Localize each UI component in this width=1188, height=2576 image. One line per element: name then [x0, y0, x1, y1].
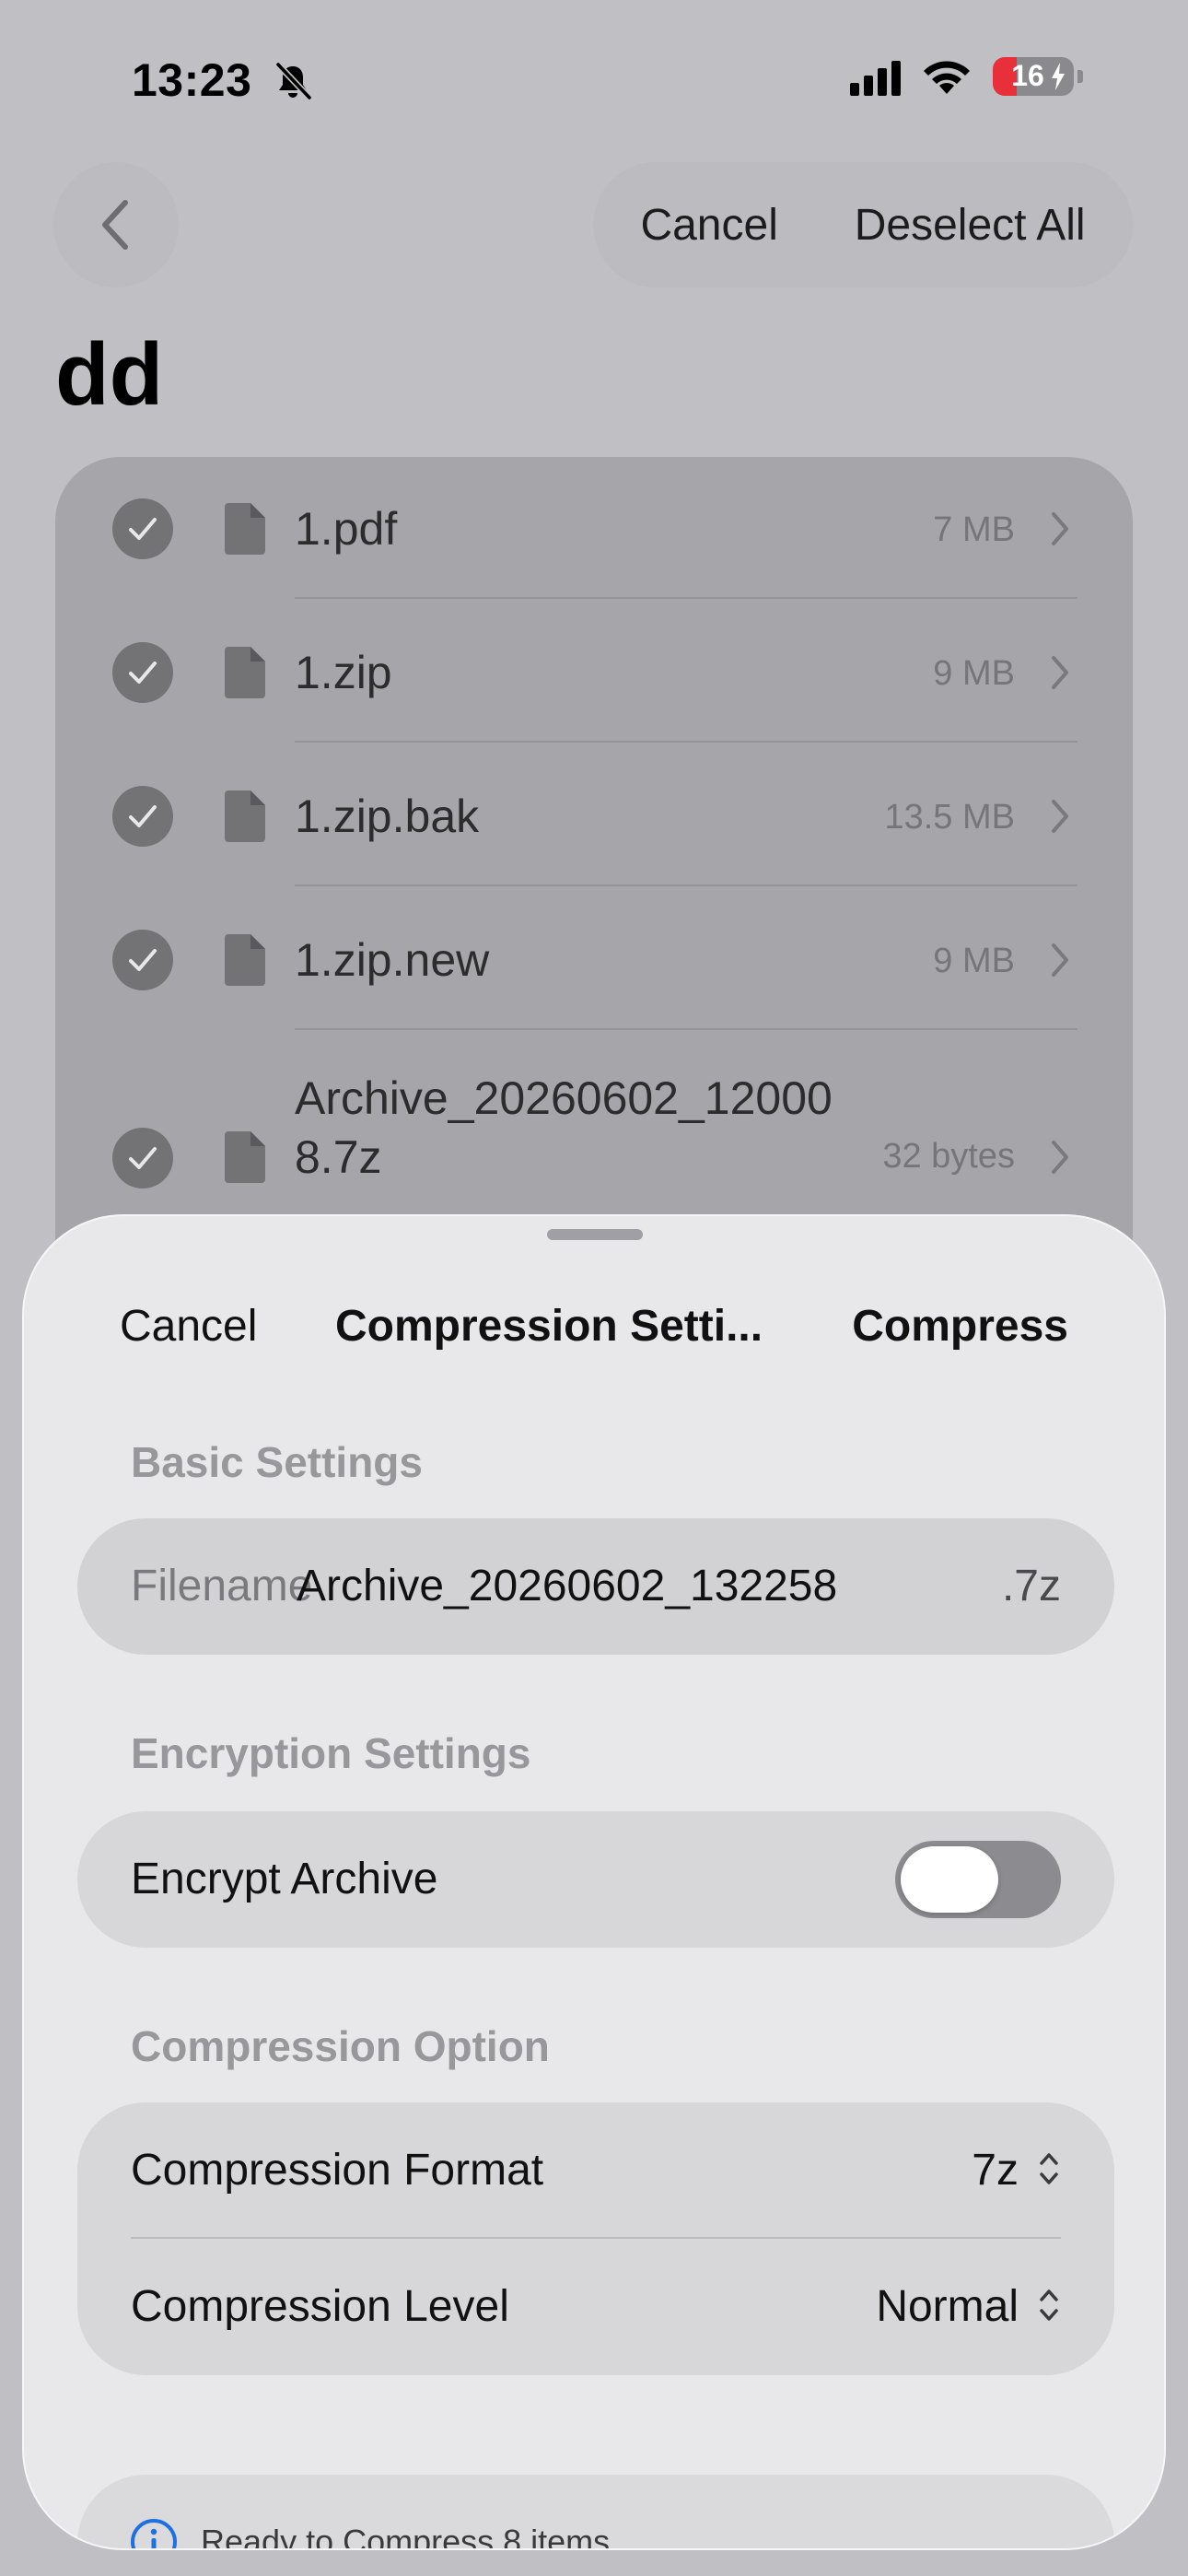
- sheet-grabber[interactable]: [547, 1229, 643, 1240]
- chevron-right-icon: [1052, 943, 1068, 977]
- sheet-cancel-button[interactable]: Cancel: [120, 1301, 257, 1352]
- screen: 13:23 16 Cancel Deselect All dd 1.pdf 7 …: [0, 0, 1188, 2576]
- cancel-button[interactable]: Cancel: [640, 200, 777, 251]
- back-button[interactable]: [53, 162, 179, 287]
- list-item[interactable]: 1.zip 9 MB: [55, 601, 1133, 744]
- file-name: 1.zip.bak: [295, 790, 480, 842]
- chevron-updown-icon: [1040, 2153, 1058, 2184]
- page-title: dd: [55, 325, 164, 424]
- encrypt-archive-label: Encrypt Archive: [131, 1855, 438, 1903]
- compression-settings-sheet: Cancel Compression Setti... Compress Bas…: [22, 1214, 1166, 2550]
- document-icon: [225, 647, 265, 698]
- checkmark-icon[interactable]: [112, 498, 173, 559]
- bell-muted-icon: [275, 62, 312, 100]
- compression-options-card: Compression Format 7z Compression Level …: [77, 2102, 1114, 2375]
- battery-icon: 16: [993, 57, 1074, 96]
- file-size: 13.5 MB: [884, 798, 1015, 837]
- list-item[interactable]: 1.zip.bak 13.5 MB: [55, 744, 1133, 888]
- compression-level-value[interactable]: Normal: [876, 2281, 1019, 2332]
- cellular-signal-icon: [850, 57, 901, 96]
- wifi-icon: [924, 61, 970, 94]
- encrypt-archive-toggle[interactable]: [895, 1841, 1061, 1918]
- checkmark-icon[interactable]: [112, 930, 173, 990]
- document-icon: [225, 934, 265, 986]
- chevron-updown-icon: [1040, 2289, 1058, 2321]
- section-compression-option: Compression Option: [131, 2022, 550, 2070]
- document-icon: [225, 1131, 265, 1183]
- file-size: 9 MB: [933, 942, 1015, 980]
- filename-extension: .7z: [1001, 1562, 1061, 1610]
- filename-label: Filename: [131, 1562, 313, 1610]
- nav-actions: Cancel Deselect All: [593, 162, 1133, 287]
- chevron-right-icon: [1052, 1141, 1068, 1174]
- checkmark-icon[interactable]: [112, 1128, 173, 1188]
- sheet-title: Compression Setti...: [335, 1302, 763, 1351]
- chevron-right-icon: [1052, 656, 1068, 689]
- list-item[interactable]: 1.pdf 7 MB: [55, 457, 1133, 601]
- deselect-all-button[interactable]: Deselect All: [855, 200, 1086, 251]
- info-text: Ready to Compress 8 items: [201, 2523, 611, 2550]
- encrypt-archive-row: Encrypt Archive: [77, 1811, 1114, 1948]
- section-basic-settings: Basic Settings: [131, 1438, 423, 1486]
- list-item[interactable]: Archive_20260602_12000 8.7z 32 bytes: [55, 1032, 1133, 1235]
- section-encryption-settings: Encryption Settings: [131, 1729, 531, 1777]
- checkmark-icon[interactable]: [112, 642, 173, 703]
- chevron-right-icon: [1052, 512, 1068, 545]
- file-name: Archive_20260602_12000 8.7z: [295, 1072, 833, 1183]
- compression-level-label: Compression Level: [131, 2282, 509, 2331]
- compress-button[interactable]: Compress: [852, 1301, 1068, 1352]
- list-item[interactable]: 1.zip.new 9 MB: [55, 888, 1133, 1032]
- filename-input[interactable]: Archive_20260602_132258: [297, 1561, 837, 1611]
- checkmark-icon[interactable]: [112, 786, 173, 847]
- file-name: 1.zip: [295, 647, 392, 698]
- document-icon: [225, 503, 265, 555]
- filename-row: Filename Archive_20260602_132258 .7z: [77, 1518, 1114, 1655]
- file-name: 1.pdf: [295, 503, 398, 555]
- document-icon: [225, 790, 265, 842]
- sheet-header: Cancel Compression Setti... Compress: [24, 1266, 1164, 1378]
- chevron-right-icon: [1052, 800, 1068, 833]
- compression-format-label: Compression Format: [131, 2146, 544, 2195]
- file-name: 1.zip.new: [295, 934, 490, 986]
- compression-format-row[interactable]: Compression Format 7z: [77, 2102, 1114, 2239]
- status-time: 13:23: [132, 54, 252, 106]
- status-indicators: 16: [850, 57, 1083, 96]
- info-icon: [131, 2519, 177, 2548]
- file-size: 7 MB: [933, 510, 1015, 549]
- file-size: 32 bytes: [882, 1137, 1015, 1176]
- info-card: Ready to Compress 8 items: [77, 2475, 1114, 2550]
- file-size: 9 MB: [933, 654, 1015, 693]
- compression-level-row[interactable]: Compression Level Normal: [77, 2239, 1114, 2375]
- chevron-left-icon: [102, 200, 128, 250]
- charging-bolt-icon: [1052, 63, 1065, 90]
- compression-format-value[interactable]: 7z: [972, 2145, 1019, 2195]
